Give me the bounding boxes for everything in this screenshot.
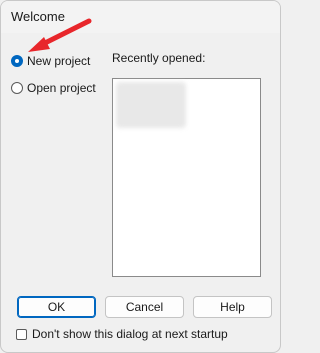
ok-button[interactable]: OK (17, 296, 96, 318)
new-project-radio[interactable] (11, 55, 23, 67)
recent-project-item-redacted[interactable] (116, 82, 186, 128)
title-bar: Welcome (1, 1, 280, 33)
recent-projects-list[interactable] (112, 78, 261, 277)
open-project-option[interactable]: Open project (11, 80, 96, 96)
help-button[interactable]: Help (193, 296, 272, 318)
window-title: Welcome (11, 9, 65, 24)
dont-show-checkbox[interactable] (16, 328, 27, 340)
dont-show-option[interactable]: Don't show this dialog at next startup (16, 327, 228, 341)
open-project-label[interactable]: Open project (27, 81, 96, 95)
recently-opened-label: Recently opened: (112, 51, 206, 65)
welcome-dialog: Welcome New project Open project Recentl… (0, 0, 281, 353)
new-project-option[interactable]: New project (11, 53, 90, 69)
new-project-label[interactable]: New project (27, 54, 90, 68)
cancel-button[interactable]: Cancel (105, 296, 184, 318)
dont-show-label[interactable]: Don't show this dialog at next startup (32, 327, 228, 341)
open-project-radio[interactable] (11, 82, 23, 94)
